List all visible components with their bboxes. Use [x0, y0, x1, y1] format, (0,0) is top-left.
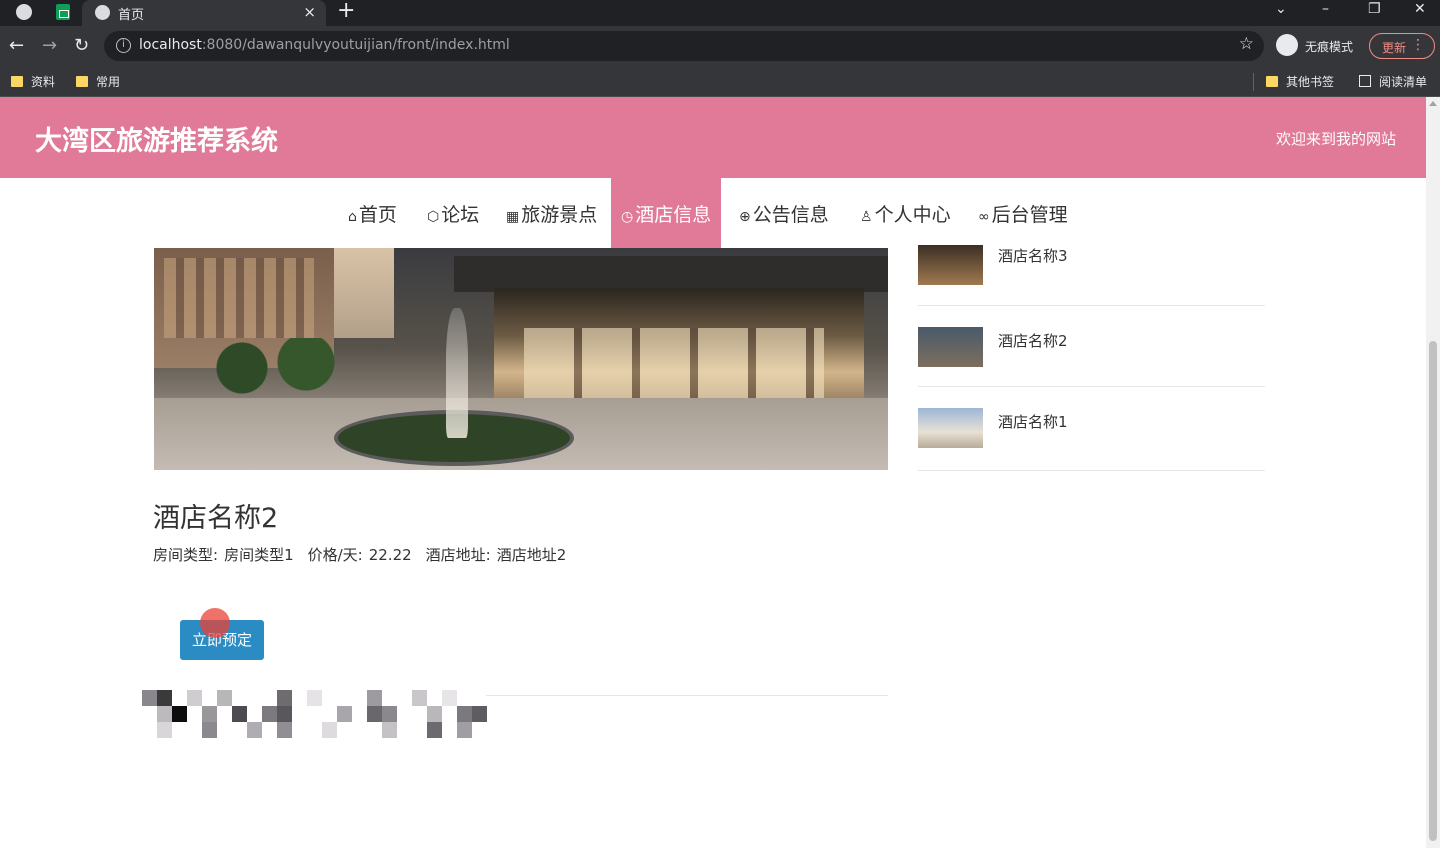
- main-nav: ⌂ 首页 ⬡ 论坛 ▦ 旅游景点 ◷ 酒店信息 ⊕ 公告信息 ♙ 个人中心 ∞ 后台管理: [0, 178, 1426, 248]
- reload-icon[interactable]: ↻: [74, 35, 89, 56]
- folder-icon: [76, 76, 88, 87]
- sidebar-hotel-name[interactable]: 酒店名称1: [998, 411, 1068, 432]
- reading-list[interactable]: 阅读清单: [1359, 73, 1427, 90]
- incognito-label: 无痕模式: [1305, 40, 1354, 54]
- tab-search-icon[interactable]: ⌄: [1275, 1, 1287, 17]
- price-value: 22.22: [368, 546, 412, 564]
- bookmark-folder-changyong[interactable]: 常用: [76, 73, 120, 90]
- bookmark-separator: [1253, 73, 1254, 91]
- globe-icon: ⊕: [739, 209, 751, 225]
- bookmarks-bar: 资料 常用 其他书签 阅读清单: [0, 66, 1440, 97]
- browser-tab-strip: 首页 × + ⌄ – ❐ ✕: [0, 0, 1440, 26]
- restore-icon[interactable]: ❐: [1368, 1, 1381, 17]
- minimize-icon[interactable]: –: [1322, 1, 1329, 17]
- address-label: 酒店地址:: [425, 546, 491, 564]
- sheets-tab-icon[interactable]: [56, 4, 70, 20]
- update-button[interactable]: 更新 ⋮: [1369, 33, 1435, 59]
- sidebar-hotel-item[interactable]: 酒店名称3: [918, 245, 1265, 306]
- folder-icon: [11, 76, 23, 87]
- incognito-icon[interactable]: [1276, 34, 1298, 56]
- room-type-label: 房间类型:: [153, 546, 219, 564]
- nav-attractions[interactable]: ▦ 旅游景点: [496, 178, 607, 248]
- page-scrollbar[interactable]: [1426, 97, 1440, 848]
- back-icon[interactable]: ←: [9, 35, 24, 56]
- hotel-name: 酒店名称2: [153, 503, 279, 534]
- price-label: 价格/天:: [307, 546, 363, 564]
- sidebar-hotel-name[interactable]: 酒店名称3: [998, 245, 1068, 266]
- nav-notices[interactable]: ⊕ 公告信息: [729, 178, 839, 248]
- cube-icon: ⬡: [427, 209, 440, 225]
- site-header: 大湾区旅游推荐系统 欢迎来到我的网站: [0, 97, 1426, 178]
- sidebar-hotel-name[interactable]: 酒店名称2: [998, 330, 1068, 351]
- clock-icon: ◷: [621, 209, 634, 225]
- click-indicator: [200, 608, 230, 638]
- gift-icon: ▦: [506, 209, 520, 225]
- tab-title: 首页: [118, 8, 145, 23]
- address-bar[interactable]: i localhost:8080/dawanqulvyoutuijian/fro…: [104, 31, 1264, 61]
- bookmark-star-icon[interactable]: ☆: [1239, 34, 1254, 54]
- profile-icon[interactable]: [16, 4, 32, 20]
- link-icon: ∞: [978, 209, 990, 225]
- welcome-text: 欢迎来到我的网站: [1275, 130, 1396, 148]
- address-value: 酒店地址2: [496, 546, 567, 564]
- user-icon: ♙: [860, 209, 873, 225]
- hotel-thumbnail[interactable]: [918, 408, 983, 448]
- forward-icon[interactable]: →: [42, 35, 57, 56]
- nav-hotels[interactable]: ◷ 酒店信息: [611, 178, 722, 248]
- hotel-photo: [154, 248, 888, 470]
- hotel-thumbnail[interactable]: [918, 327, 983, 367]
- other-bookmarks[interactable]: 其他书签: [1266, 73, 1334, 90]
- nav-forum[interactable]: ⬡ 论坛: [417, 178, 489, 248]
- bookmark-folder-ziliao[interactable]: 资料: [11, 73, 55, 90]
- section-divider: [486, 695, 888, 696]
- sidebar-hotel-item[interactable]: 酒店名称1: [918, 387, 1265, 471]
- scroll-up-icon[interactable]: [1429, 101, 1437, 106]
- nav-home[interactable]: ⌂ 首页: [338, 178, 407, 248]
- tab-home[interactable]: 首页 ×: [82, 0, 326, 26]
- site-info-icon[interactable]: i: [116, 38, 131, 53]
- home-icon: ⌂: [348, 209, 357, 225]
- new-tab-button[interactable]: +: [337, 0, 355, 23]
- more-menu-icon: ⋮: [1411, 37, 1425, 53]
- reading-list-icon: [1359, 75, 1371, 87]
- url-text[interactable]: localhost:8080/dawanqulvyoutuijian/front…: [139, 37, 510, 53]
- pixelated-region: [142, 690, 487, 740]
- nav-admin[interactable]: ∞ 后台管理: [968, 178, 1078, 248]
- hotel-meta: 房间类型: 房间类型1 价格/天: 22.22 酒店地址: 酒店地址2: [153, 544, 580, 565]
- page-viewport: 大湾区旅游推荐系统 欢迎来到我的网站 ⌂ 首页 ⬡ 论坛 ▦ 旅游景点 ◷ 酒店信息 ⊕…: [0, 97, 1440, 848]
- room-type-value: 房间类型1: [224, 546, 294, 564]
- close-tab-icon[interactable]: ×: [303, 3, 316, 21]
- site-title: 大湾区旅游推荐系统: [35, 126, 278, 157]
- nav-profile[interactable]: ♙ 个人中心: [850, 178, 961, 248]
- sidebar-hotel-item[interactable]: 酒店名称2: [918, 306, 1265, 387]
- browser-toolbar: ← → ↻ i localhost:8080/dawanqulvyoutuiji…: [0, 26, 1440, 66]
- folder-icon: [1266, 76, 1278, 87]
- scrollbar-thumb[interactable]: [1429, 341, 1437, 841]
- globe-icon: [95, 5, 110, 20]
- window-close-icon[interactable]: ✕: [1414, 1, 1426, 17]
- hotel-thumbnail[interactable]: [918, 245, 983, 285]
